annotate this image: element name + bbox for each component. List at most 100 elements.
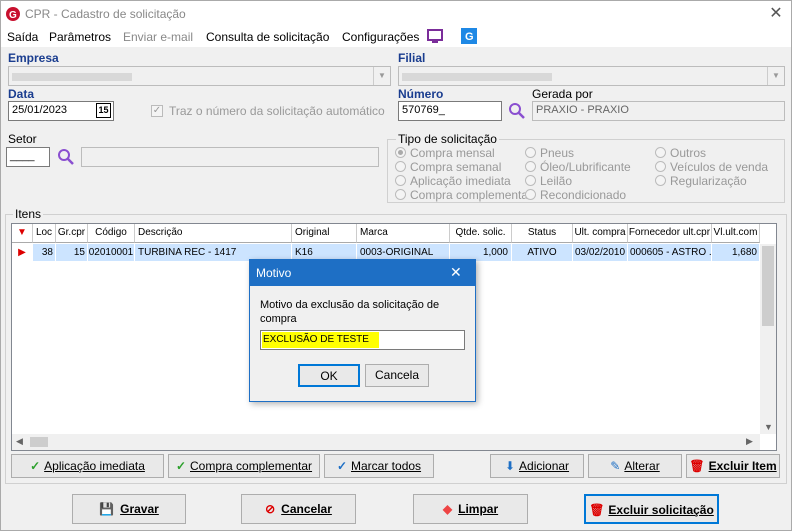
- gerada-label: Gerada por: [532, 87, 593, 101]
- vertical-scrollbar[interactable]: ▼: [760, 244, 776, 434]
- menu-saida[interactable]: Saída: [7, 30, 38, 44]
- close-icon[interactable]: ✕: [450, 264, 462, 281]
- table-cell[interactable]: 1,680: [712, 244, 760, 261]
- col-header[interactable]: Código: [88, 224, 135, 243]
- radio-veiculos[interactable]: Veículos de venda: [655, 160, 768, 174]
- scroll-left-icon[interactable]: ◀: [16, 436, 23, 447]
- traz-checkbox[interactable]: ✓: [151, 105, 163, 117]
- radio-compra-mensal[interactable]: Compra mensal: [395, 146, 495, 160]
- ok-button[interactable]: OK: [298, 364, 360, 387]
- table-cell[interactable]: ATIVO: [512, 244, 573, 261]
- chevron-down-icon[interactable]: ▼: [767, 67, 784, 85]
- filial-label: Filial: [398, 51, 426, 65]
- data-label: Data: [8, 87, 35, 101]
- window-title: CPR - Cadastro de solicitação: [25, 7, 186, 21]
- empresa-blurred-value: [12, 73, 132, 81]
- excluir-solicitacao-button[interactable]: 🗑 Excluir solicitação: [584, 494, 719, 524]
- cancelar-button[interactable]: ⊘ Cancelar: [241, 494, 356, 524]
- radio-compra-semanal[interactable]: Compra semanal: [395, 160, 501, 174]
- data-field[interactable]: 25/01/2023 15: [8, 101, 114, 121]
- svg-text:G: G: [9, 10, 17, 21]
- dialog-title: Motivo: [256, 266, 292, 280]
- title-bar: G CPR - Cadastro de solicitação ✕: [1, 1, 791, 27]
- motivo-input-value: EXCLUSÃO DE TESTE: [262, 332, 379, 348]
- menu-consulta[interactable]: Consulta de solicitação: [206, 30, 329, 44]
- svg-text:G: G: [465, 31, 474, 43]
- col-header[interactable]: Vl.ult.com: [712, 224, 760, 243]
- table-cell[interactable]: 03/02/2010: [573, 244, 628, 261]
- pencil-icon: ✎: [610, 459, 621, 473]
- compra-complementar-button[interactable]: ✓ Compra complementar: [168, 454, 320, 478]
- scroll-thumb[interactable]: [30, 437, 48, 447]
- radio-pneus[interactable]: Pneus: [525, 146, 574, 160]
- marcar-todos-button[interactable]: ✓ Marcar todos: [324, 454, 434, 478]
- numero-field[interactable]: 570769_: [398, 101, 502, 121]
- menu-configuracoes[interactable]: Configurações: [342, 30, 419, 44]
- radio-oleo[interactable]: Óleo/Lubrificante: [525, 160, 631, 174]
- col-header[interactable]: Qtde. solic.: [450, 224, 512, 243]
- numero-value: 570769_: [402, 104, 445, 116]
- cancela-button[interactable]: Cancela: [365, 364, 429, 387]
- sort-arrow-icon[interactable]: ▼: [12, 224, 33, 243]
- col-header[interactable]: Loc: [33, 224, 56, 243]
- col-header[interactable]: Gr.cpr: [56, 224, 88, 243]
- col-header[interactable]: Status: [512, 224, 573, 243]
- filial-blurred-value: [402, 73, 552, 81]
- alterar-button[interactable]: ✎ Alterar: [588, 454, 682, 478]
- setor-label: Setor: [8, 132, 37, 146]
- radio-leilao[interactable]: Leilão: [525, 174, 572, 188]
- table-cell[interactable]: 02010001: [88, 244, 135, 261]
- calendar-icon[interactable]: 15: [96, 103, 111, 118]
- eraser-icon: ◆: [442, 502, 453, 516]
- limpar-button[interactable]: ◆ Limpar: [413, 494, 528, 524]
- gerada-field: PRAXIO - PRAXIO: [532, 101, 785, 121]
- menu-parametros[interactable]: Parâmetros: [49, 30, 111, 44]
- empresa-combo[interactable]: ▼: [8, 66, 391, 86]
- trash-icon: 🗑: [689, 459, 705, 473]
- logo-g-icon[interactable]: G: [461, 28, 477, 44]
- col-header[interactable]: Descrição: [135, 224, 292, 243]
- radio-aplicacao-imediata[interactable]: Aplicação imediata: [395, 174, 511, 188]
- data-value: 25/01/2023: [12, 104, 68, 116]
- gravar-button[interactable]: 💾 Gravar: [72, 494, 186, 524]
- monitor-icon[interactable]: [427, 29, 443, 44]
- radio-recondicionado[interactable]: Recondicionado: [525, 188, 626, 202]
- scroll-thumb[interactable]: [762, 246, 774, 326]
- tipo-title: Tipo de solicitação: [396, 132, 499, 146]
- col-header[interactable]: Original: [292, 224, 357, 243]
- col-header[interactable]: Marca: [357, 224, 450, 243]
- aplicacao-imediata-button[interactable]: ✓ Aplicação imediata: [11, 454, 164, 478]
- itens-title: Itens: [13, 207, 44, 221]
- check-icon: ✓: [30, 459, 41, 473]
- search-icon[interactable]: [508, 102, 526, 120]
- empresa-label: Empresa: [8, 51, 59, 65]
- motivo-dialog: Motivo ✕ Motivo da exclusão da solicitaç…: [249, 259, 476, 402]
- dialog-title-bar: Motivo ✕: [250, 260, 475, 286]
- setor-field[interactable]: ____: [6, 147, 50, 167]
- col-header[interactable]: Ult. compra: [573, 224, 628, 243]
- col-header[interactable]: Fornecedor ult.cpr: [628, 224, 712, 243]
- adicionar-button[interactable]: ⬇ Adicionar: [490, 454, 584, 478]
- menu-enviar-email[interactable]: Enviar e-mail: [123, 30, 193, 44]
- close-icon[interactable]: ✕: [765, 3, 787, 25]
- trash-icon: 🗑: [589, 503, 605, 517]
- scroll-right-icon[interactable]: ▶: [746, 436, 753, 447]
- scroll-down-icon[interactable]: ▼: [764, 422, 773, 432]
- excluir-item-button[interactable]: 🗑 Excluir Item: [686, 454, 780, 478]
- table-cell[interactable]: 38: [33, 244, 56, 261]
- table-cell[interactable]: 15: [56, 244, 88, 261]
- traz-label: Traz o número da solicitação automático: [169, 104, 385, 118]
- check-icon: ✓: [175, 459, 186, 473]
- chevron-down-icon[interactable]: ▼: [373, 67, 390, 85]
- search-icon[interactable]: [57, 148, 75, 166]
- motivo-input[interactable]: EXCLUSÃO DE TESTE: [260, 330, 465, 350]
- radio-regularizacao[interactable]: Regularização: [655, 174, 747, 188]
- filial-combo[interactable]: ▼: [398, 66, 785, 86]
- radio-compra-complementar[interactable]: Compra complementar: [395, 188, 532, 202]
- gerada-value: PRAXIO - PRAXIO: [536, 104, 629, 116]
- table-cell[interactable]: 000605 - ASTRO ...: [628, 244, 712, 261]
- row-indicator-icon: ▶: [12, 244, 33, 261]
- radio-outros[interactable]: Outros: [655, 146, 706, 160]
- horizontal-scrollbar[interactable]: ◀ ▶: [12, 434, 760, 450]
- cancel-icon: ⊘: [265, 502, 276, 516]
